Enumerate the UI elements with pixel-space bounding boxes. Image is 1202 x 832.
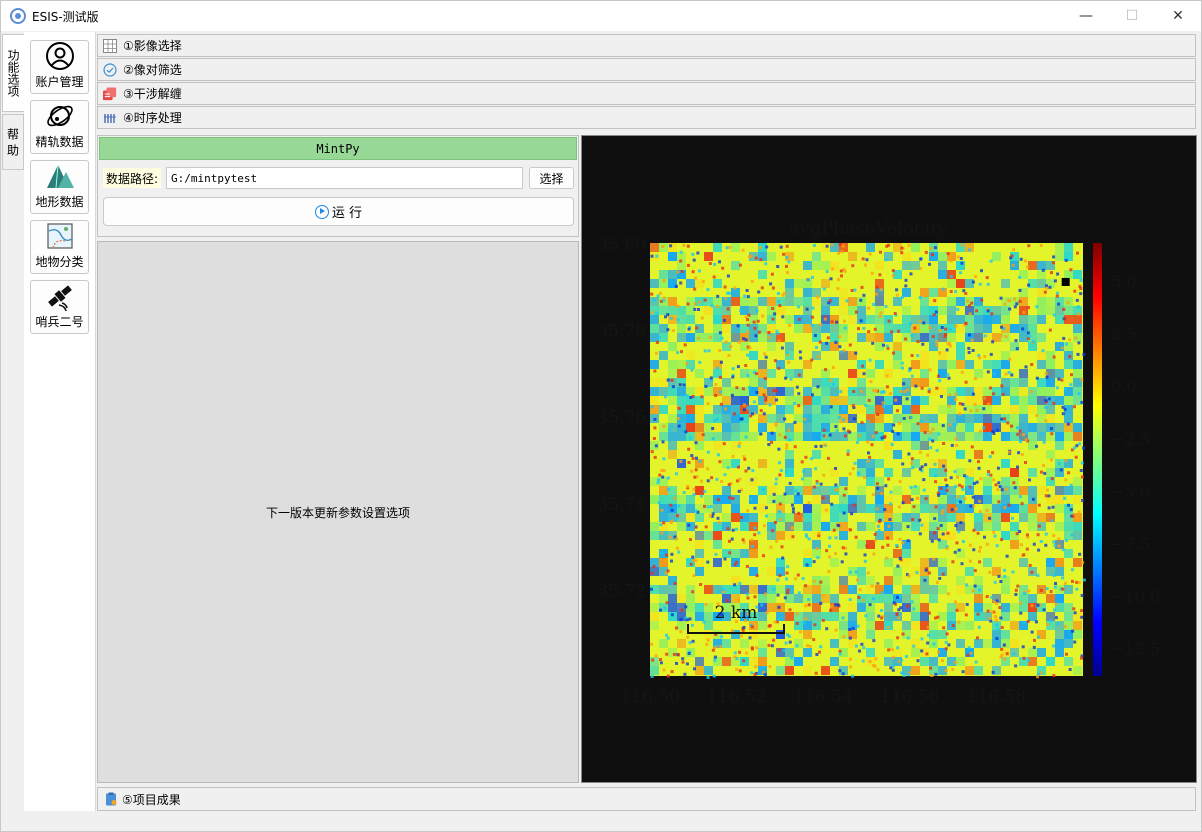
precise-orbit-button[interactable]: 精轨数据 bbox=[30, 100, 89, 154]
check-circle-icon bbox=[103, 62, 117, 77]
tab-help-label: 帮 助 bbox=[5, 128, 20, 156]
step-image-selection[interactable]: ①影像选择 bbox=[97, 34, 1196, 57]
colorbar-tick-label: −5.0 bbox=[1111, 482, 1150, 501]
velocity-plot-panel: avgPhaseVelocity 116.50 116.52 116.54 116.5… bbox=[581, 135, 1197, 783]
data-path-input[interactable]: G:/mintpytest bbox=[166, 167, 523, 189]
choose-path-button[interactable]: 选择 bbox=[529, 167, 574, 189]
plot-title: avgPhaseVelocity bbox=[789, 218, 948, 239]
y-tick-label: 35.80 bbox=[597, 235, 646, 255]
params-message: 下一版本更新参数设置选项 bbox=[265, 505, 410, 520]
y-tick-label: 35.78 bbox=[597, 322, 646, 342]
step-pair-filter-label: ②像对筛选 bbox=[123, 63, 182, 77]
app-logo-icon bbox=[10, 8, 26, 24]
project-results-label: ⑤项目成果 bbox=[122, 792, 181, 807]
step-interferogram-unwrap-label: ③干涉解缠 bbox=[123, 87, 182, 101]
tab-features[interactable]: 功能选项 bbox=[2, 34, 24, 112]
colorbar-tick-label: 0.0 bbox=[1111, 377, 1136, 396]
x-tick-label: 116.58 bbox=[967, 687, 1026, 707]
land-cover-button[interactable]: 地物分类 bbox=[30, 220, 89, 274]
tool-sidebar: 账户管理 精轨数据 地形数据 地物分类 哨兵二号 bbox=[24, 32, 96, 811]
parameter-settings-panel: 下一版本更新参数设置选项 bbox=[97, 241, 579, 783]
play-icon bbox=[314, 204, 329, 219]
orbit-icon bbox=[44, 101, 76, 131]
run-button-label: 运 行 bbox=[331, 206, 363, 221]
colorbar-tick-label: −7.5 bbox=[1111, 535, 1150, 554]
account-button[interactable]: 账户管理 bbox=[30, 40, 89, 94]
x-tick-label: 116.54 bbox=[793, 687, 852, 707]
map-icon bbox=[44, 221, 76, 251]
account-label: 账户管理 bbox=[35, 75, 84, 89]
mountain-icon bbox=[44, 161, 76, 191]
layers-icon bbox=[103, 86, 117, 101]
step-interferogram-unwrap[interactable]: ③干涉解缠 bbox=[97, 82, 1196, 105]
grid-icon bbox=[103, 38, 117, 53]
colorbar-tick-label: −12.5 bbox=[1111, 640, 1160, 659]
satellite-icon bbox=[44, 281, 76, 311]
colorbar-tick-label: −10.0 bbox=[1111, 587, 1160, 606]
data-path-label: 数据路径: bbox=[103, 168, 162, 188]
step-pair-filter[interactable]: ②像对筛选 bbox=[97, 58, 1196, 81]
colorbar-label: cm/year bbox=[1168, 423, 1187, 489]
colorbar-tick-label: −2.5 bbox=[1111, 429, 1150, 448]
window-title: ESIS-测试版 bbox=[32, 9, 99, 24]
vertical-tab-bar: 功能选项 帮 助 bbox=[2, 32, 24, 812]
land-cover-label: 地物分类 bbox=[35, 255, 84, 269]
run-button[interactable]: 运 行 bbox=[103, 197, 574, 226]
step-time-series[interactable]: ④时序处理 bbox=[97, 106, 1196, 129]
minimize-button[interactable]: — bbox=[1063, 1, 1109, 31]
colorbar-tick-label: 5.0 bbox=[1111, 272, 1136, 291]
x-tick-label: 116.56 bbox=[880, 687, 939, 707]
y-tick-label: 35.74 bbox=[597, 495, 646, 515]
mintpy-panel: MintPy 数据路径: G:/mintpytest 选择 运 行 bbox=[97, 135, 579, 237]
bars-icon bbox=[103, 111, 117, 125]
tab-features-label: 功能选项 bbox=[6, 49, 20, 97]
maximize-button[interactable]: ☐ bbox=[1109, 1, 1155, 31]
terrain-label: 地形数据 bbox=[35, 195, 84, 209]
title-bar[interactable]: ESIS-测试版 — ☐ ✕ bbox=[1, 1, 1201, 31]
close-button[interactable]: ✕ bbox=[1155, 1, 1201, 31]
user-icon bbox=[44, 41, 76, 71]
step-time-series-label: ④时序处理 bbox=[123, 111, 182, 125]
sentinel2-button[interactable]: 哨兵二号 bbox=[30, 280, 89, 334]
colorbar-tick-label: 2.5 bbox=[1111, 324, 1136, 343]
x-tick-label: 116.50 bbox=[620, 687, 679, 707]
reference-point-marker bbox=[1061, 277, 1070, 286]
terrain-button[interactable]: 地形数据 bbox=[30, 160, 89, 214]
sentinel2-label: 哨兵二号 bbox=[35, 315, 84, 329]
clipboard-icon bbox=[104, 792, 118, 806]
mintpy-header: MintPy bbox=[99, 137, 577, 160]
colorbar bbox=[1093, 243, 1102, 676]
project-results-bar[interactable]: ⑤项目成果 bbox=[97, 787, 1196, 811]
app-window: ESIS-测试版 — ☐ ✕ 功能选项 帮 助 账户管理 精轨数据 地形数据 地… bbox=[0, 0, 1202, 832]
y-tick-label: 35.72 bbox=[597, 581, 646, 601]
velocity-plot: avgPhaseVelocity 116.50 116.52 116.54 116.5… bbox=[597, 218, 1187, 707]
precise-orbit-label: 精轨数据 bbox=[35, 135, 84, 149]
tab-help[interactable]: 帮 助 bbox=[2, 114, 24, 170]
step-image-selection-label: ①影像选择 bbox=[123, 39, 182, 53]
y-tick-label: 35.76 bbox=[597, 408, 646, 428]
x-tick-label: 116.52 bbox=[707, 687, 766, 707]
scale-bar-label: 2 km bbox=[715, 603, 758, 623]
